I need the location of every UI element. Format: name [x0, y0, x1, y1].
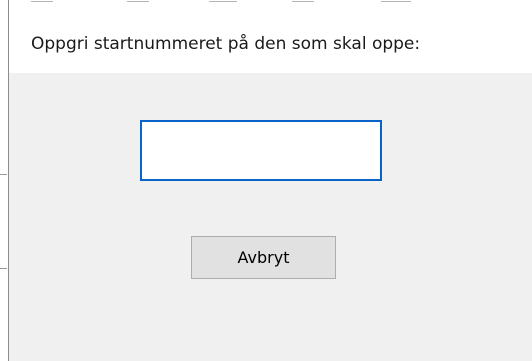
input-dialog: Oppgri startnummeret på den som skal opp…	[0, 0, 532, 361]
background-window-strip	[9, 0, 532, 8]
cancel-button[interactable]: Avbryt	[191, 236, 336, 279]
background-dash	[31, 1, 53, 2]
background-dash	[127, 1, 149, 2]
start-number-input[interactable]	[140, 120, 382, 181]
background-window-edge	[0, 0, 9, 361]
dialog-header: Oppgri startnummeret på den som skal opp…	[9, 8, 532, 73]
background-dash	[209, 1, 237, 2]
background-dash	[381, 1, 411, 2]
background-tick	[0, 174, 7, 175]
background-dash	[292, 1, 314, 2]
prompt-text: Oppgri startnummeret på den som skal opp…	[31, 34, 421, 54]
background-tick	[0, 268, 7, 269]
